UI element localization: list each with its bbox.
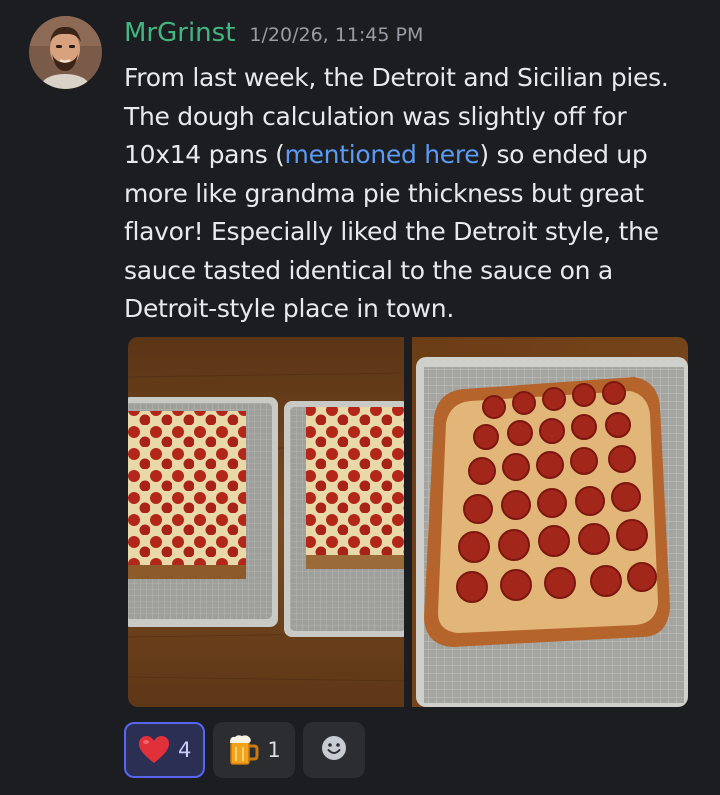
heart-reaction[interactable]: 4 xyxy=(124,722,206,778)
heart-emoji xyxy=(136,732,172,768)
message-line: The dough calculation was slightly off f… xyxy=(124,101,627,131)
two-pizzas-on-trays-photo[interactable] xyxy=(128,337,404,707)
message-header: MrGrinst 1/20/26, 11:45 PM xyxy=(124,18,423,58)
detroit-pizza-closeup-photo[interactable] xyxy=(412,337,688,707)
heart-reaction-count: 4 xyxy=(178,738,192,762)
message-line: Detroit-style place in town. xyxy=(124,294,455,323)
beer-reaction[interactable]: 1 xyxy=(213,722,295,778)
message-text: 10x14 pans ( xyxy=(124,140,285,169)
user-avatar[interactable] xyxy=(29,16,102,89)
mentioned-here-link[interactable]: mentioned here xyxy=(285,140,480,169)
image-attachments xyxy=(128,337,688,707)
message-line: sauce tasted identical to the sauce on a xyxy=(124,255,613,285)
reactions-bar: 4 1 xyxy=(124,722,365,778)
chat-message: MrGrinst 1/20/26, 11:45 PM From last wee… xyxy=(0,0,720,795)
beer-mug-emoji xyxy=(225,732,261,768)
timestamp[interactable]: 1/20/26, 11:45 PM xyxy=(249,24,423,46)
message-line: 10x14 pans (mentioned here) so ended up xyxy=(124,136,694,175)
message-text: ) so ended up xyxy=(479,140,648,169)
beer-reaction-count: 1 xyxy=(267,738,281,762)
message-body: From last week, the Detroit and Sicilian… xyxy=(124,59,694,329)
message-line: more like grandma pie thickness but grea… xyxy=(124,178,644,208)
add-reaction-button[interactable] xyxy=(302,722,365,778)
smiley-add-reaction-icon xyxy=(319,733,349,767)
username[interactable]: MrGrinst xyxy=(124,18,235,48)
message-line: flavor! Especially liked the Detroit sty… xyxy=(124,217,659,246)
message-line: From last week, the Detroit and Sicilian… xyxy=(124,63,669,92)
